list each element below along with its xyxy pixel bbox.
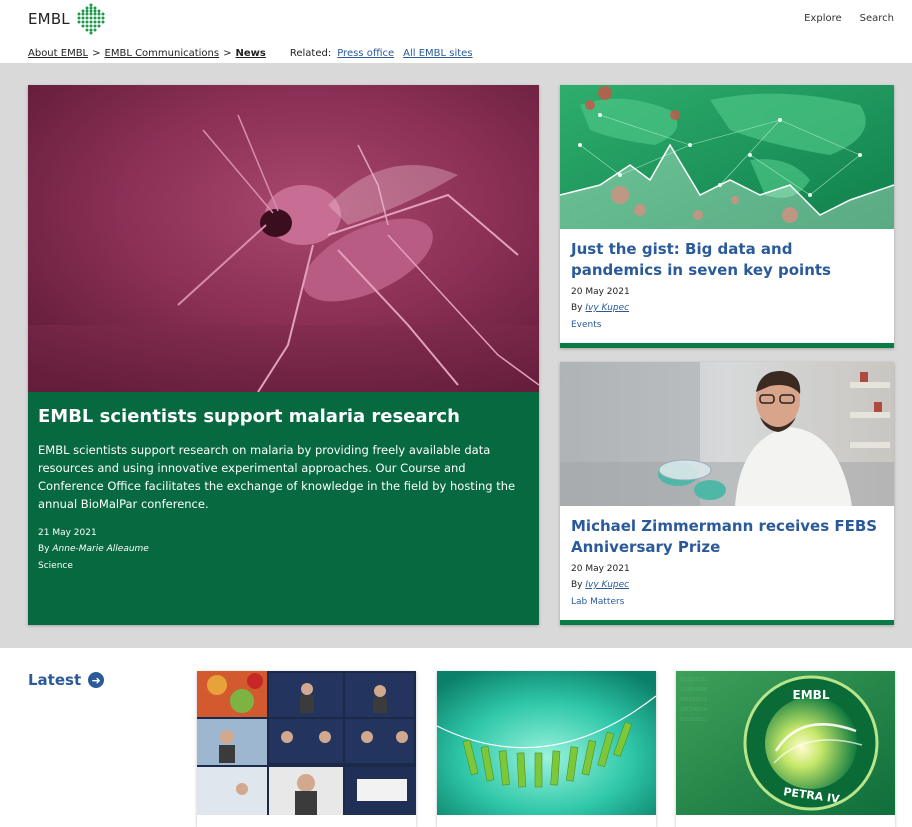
card-byline: By Ivy Kupec xyxy=(571,577,883,594)
feature-story[interactable]: EMBL scientists support malaria research… xyxy=(28,85,539,625)
breadcrumb-embl-communications[interactable]: EMBL Communications xyxy=(105,48,220,59)
related-all-embl-sites-link[interactable]: All EMBL sites xyxy=(403,48,472,59)
feature-tag[interactable]: Science xyxy=(38,558,529,575)
breadcrumb: About EMBL > EMBL Communications > News … xyxy=(28,48,482,59)
feature-author[interactable]: Anne-Marie Alleaume xyxy=(52,544,148,554)
latest-thumbnail[interactable] xyxy=(197,671,416,827)
site-header: EMBL Explore Search xyxy=(0,0,912,46)
card-date: 20 May 2021 xyxy=(571,287,630,297)
by-label: By xyxy=(38,544,50,554)
svg-text:010101101: 010101101 xyxy=(680,677,707,683)
svg-text:001101011: 001101011 xyxy=(680,697,707,703)
svg-text:101100110: 101100110 xyxy=(680,707,707,713)
related-press-office-link[interactable]: Press office xyxy=(337,48,394,59)
clothespins-photo xyxy=(437,671,656,815)
latest-label: Latest xyxy=(28,671,82,689)
latest-thumbnail[interactable]: 010101101 110010100 001101011 101100110 011… xyxy=(676,671,895,827)
video-conference-grid-photo xyxy=(197,671,416,815)
world-map-network-photo xyxy=(560,85,894,229)
breadcrumb-separator: > xyxy=(92,48,101,59)
card-date: 20 May 2021 xyxy=(571,564,630,574)
related-label: Related: xyxy=(289,48,332,59)
svg-text:011010011: 011010011 xyxy=(680,717,707,723)
card-byline: By Ivy Kupec xyxy=(571,300,883,317)
card-title[interactable]: Michael Zimmermann receives FEBS Anniver… xyxy=(571,516,883,558)
thumbnail-footer xyxy=(676,815,895,827)
embl-logo[interactable]: EMBL xyxy=(28,3,106,35)
card-tag[interactable]: Lab Matters xyxy=(571,594,883,611)
mosquito-photo xyxy=(28,85,539,392)
story-card[interactable]: Michael Zimmermann receives FEBS Anniver… xyxy=(560,362,894,625)
thumbnail-footer xyxy=(197,815,416,827)
latest-link[interactable]: Latest ➜ xyxy=(28,671,105,689)
svg-text:110010100: 110010100 xyxy=(680,687,707,693)
logo-dots-icon xyxy=(77,3,105,35)
card-author[interactable]: Ivy Kupec xyxy=(585,303,629,313)
feature-summary: EMBL scientists support research on mala… xyxy=(38,443,516,511)
card-body: Michael Zimmermann receives FEBS Anniver… xyxy=(560,506,894,611)
card-tag[interactable]: Events xyxy=(571,317,883,334)
breadcrumb-about-embl[interactable]: About EMBL xyxy=(28,48,88,59)
feature-title[interactable]: EMBL scientists support malaria research xyxy=(38,405,529,429)
thumbnail-footer xyxy=(437,815,656,827)
nav-search[interactable]: Search xyxy=(860,13,894,24)
top-nav: Explore Search xyxy=(804,13,894,24)
feature-date: 21 May 2021 xyxy=(38,528,97,538)
by-label: By xyxy=(571,303,583,313)
card-title[interactable]: Just the gist: Big data and pandemics in… xyxy=(571,239,883,281)
by-label: By xyxy=(571,580,583,590)
logo-text: EMBL xyxy=(28,10,70,28)
petra-iv-logo-graphic: 010101101 110010100 001101011 101100110 011… xyxy=(676,671,895,815)
arrow-right-circle-icon: ➜ xyxy=(88,672,105,688)
feature-body: EMBL scientists support malaria research… xyxy=(28,392,539,575)
story-card[interactable]: Just the gist: Big data and pandemics in… xyxy=(560,85,894,348)
card-author[interactable]: Ivy Kupec xyxy=(585,580,629,590)
scientist-petri-dish-photo xyxy=(560,362,894,506)
nav-explore[interactable]: Explore xyxy=(804,13,842,24)
latest-thumbnail[interactable] xyxy=(437,671,656,827)
breadcrumb-current[interactable]: News xyxy=(236,48,266,59)
card-body: Just the gist: Big data and pandemics in… xyxy=(560,229,894,334)
petra-logo-top-text: EMBL xyxy=(793,688,830,702)
breadcrumb-separator: > xyxy=(223,48,232,59)
feature-byline: By Anne-Marie Alleaume xyxy=(38,541,529,558)
